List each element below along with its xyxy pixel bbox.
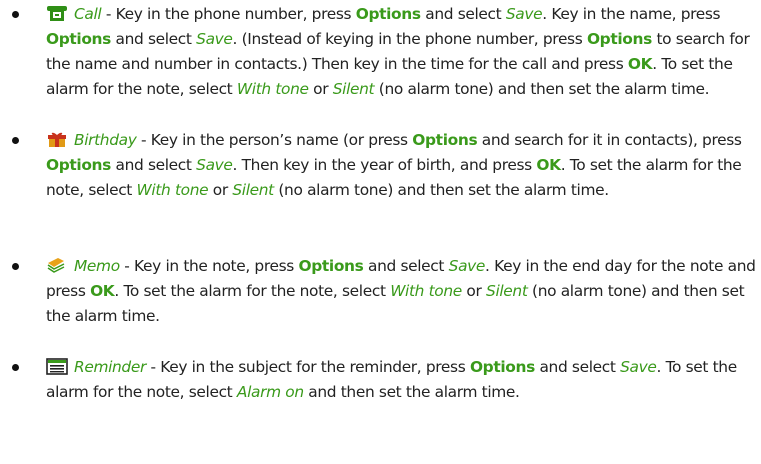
text-run: (no alarm tone) and then set the alarm t…	[374, 80, 710, 98]
highlighted-term: With tone	[236, 80, 309, 98]
bullet	[12, 263, 19, 270]
highlighted-term: Options	[46, 156, 111, 174]
highlighted-term: Save	[620, 358, 657, 376]
highlighted-term: Save	[505, 5, 543, 23]
highlighted-term: OK	[627, 55, 653, 73]
list-item-text: Call - Key in the phone number, press Op…	[46, 2, 758, 102]
highlighted-term: Silent	[232, 181, 274, 199]
note-type-title: Birthday	[74, 131, 137, 149]
list-item-text: Birthday - Key in the person’s name (or …	[46, 128, 758, 203]
highlighted-term: Silent	[332, 80, 375, 98]
text-run: . Then key in the year of birth, and pre…	[232, 156, 537, 174]
gift-icon	[46, 131, 68, 148]
highlighted-term: OK	[90, 282, 115, 300]
text-run: and select	[110, 156, 197, 174]
text-run: - Key in the person’s name (or press	[136, 131, 413, 149]
highlighted-term: Save	[196, 30, 233, 48]
text-run: or	[208, 181, 233, 199]
text-run: and select	[363, 257, 449, 275]
highlighted-term: Save	[448, 257, 486, 275]
text-run: and search for it in contacts), press	[477, 131, 742, 149]
text-run: - Key in the note, press	[119, 257, 299, 275]
highlighted-term: Silent	[486, 282, 528, 300]
text-run: . Key in the name, press	[542, 5, 721, 23]
highlighted-term: Options	[412, 131, 478, 149]
list-item-text: Reminder - Key in the subject for the re…	[46, 355, 758, 405]
highlighted-term: Save	[196, 156, 233, 174]
text-run: or	[308, 80, 333, 98]
text-run: or	[461, 282, 487, 300]
list-item-text: Memo - Key in the note, press Options an…	[46, 254, 758, 329]
bullet	[12, 364, 19, 371]
text-run: and select	[110, 30, 197, 48]
text-run: - Key in the subject for the reminder, p…	[145, 358, 470, 376]
highlighted-term: Alarm on	[236, 383, 304, 401]
note-type-title: Memo	[74, 257, 120, 275]
note-type-title: Call	[74, 5, 102, 23]
calendar-note-types: Call - Key in the phone number, press Op…	[0, 0, 761, 464]
highlighted-term: Options	[46, 30, 111, 48]
text-run: and then set the alarm time.	[303, 383, 520, 401]
text-run: . (Instead of keying in the phone number…	[232, 30, 587, 48]
phone-icon	[46, 5, 68, 22]
bullet	[12, 137, 19, 144]
highlighted-term: With tone	[136, 181, 209, 199]
highlighted-term: Options	[298, 257, 364, 275]
text-run: (no alarm tone) and then set the alarm t…	[273, 181, 609, 199]
memo-icon	[46, 257, 68, 274]
reminder-icon	[46, 358, 68, 375]
highlighted-term: Options	[469, 358, 535, 376]
text-run: and select	[534, 358, 621, 376]
highlighted-term: OK	[536, 156, 561, 174]
text-run: . To set the alarm for the note, select	[114, 282, 391, 300]
text-run: - Key in the phone number, press	[101, 5, 356, 23]
text-run: and select	[420, 5, 506, 23]
highlighted-term: Options	[586, 30, 652, 48]
highlighted-term: Options	[355, 5, 421, 23]
bullet	[12, 11, 19, 18]
note-type-title: Reminder	[74, 358, 146, 376]
highlighted-term: With tone	[390, 282, 462, 300]
